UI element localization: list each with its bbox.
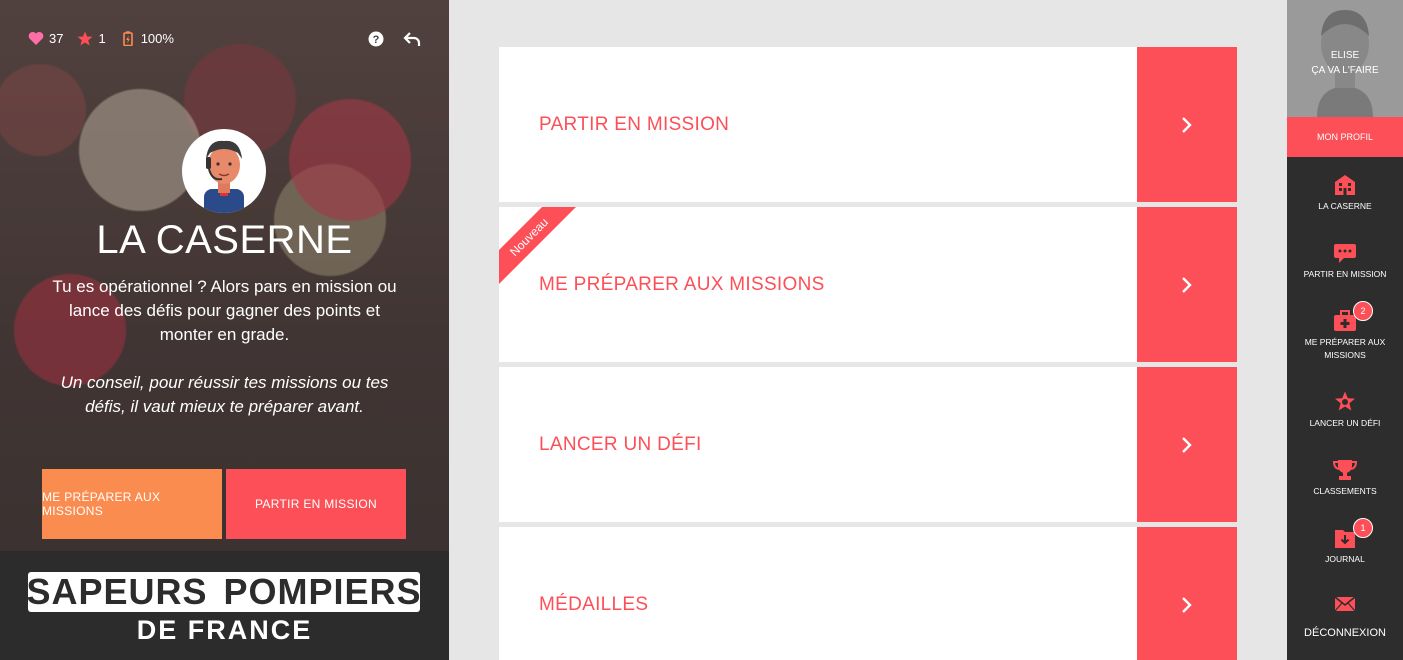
footer-logo-area: SAPEURS POMPIERS DE FRANCE — [0, 551, 449, 660]
journal-icon: 1 — [1333, 518, 1373, 549]
help-icon[interactable]: ? — [367, 30, 385, 48]
nav-label: CLASSEMENTS — [1313, 486, 1377, 496]
chevron-right-icon — [1182, 596, 1192, 613]
stars-count: 1 — [98, 31, 106, 46]
stars-stat: 1 — [77, 31, 106, 46]
nav-classements[interactable]: CLASSEMENTS — [1287, 459, 1403, 498]
card-label: LANCER UN DÉFI — [539, 433, 702, 455]
notification-badge: 2 — [1353, 301, 1373, 321]
prepare-missions-button[interactable]: ME PRÉPARER AUX MISSIONS — [42, 469, 222, 539]
card-partir-en-mission[interactable]: PARTIR EN MISSION — [499, 47, 1237, 202]
chevron-right-icon — [1182, 436, 1192, 453]
chevron-right-icon — [1182, 116, 1192, 133]
nav-label: PARTIR EN MISSION — [1303, 269, 1387, 279]
trophy-icon — [1332, 459, 1358, 481]
battery-icon — [122, 31, 133, 46]
card-lancer-defi[interactable]: LANCER UN DÉFI — [499, 367, 1237, 522]
hearts-count: 37 — [49, 31, 64, 46]
star-badge-icon — [1333, 391, 1357, 413]
battery-level: 100% — [140, 31, 174, 46]
profile-name: ELISE ÇA VA L'FAIRE — [1287, 48, 1403, 78]
start-mission-button[interactable]: PARTIR EN MISSION — [226, 469, 406, 539]
logo-word-sapeurs: SAPEURS — [26, 571, 208, 612]
card-arrow-button[interactable] — [1137, 47, 1237, 202]
my-profile-button[interactable]: MON PROFIL — [1287, 117, 1403, 157]
chevron-right-icon — [1182, 276, 1192, 293]
heart-icon — [28, 31, 44, 45]
card-label: MÉDAILLES — [539, 593, 649, 615]
nav-label: LANCER UN DÉFI — [1309, 418, 1381, 428]
logo-banner: SAPEURS POMPIERS — [26, 571, 422, 612]
hearts-stat: 37 — [28, 31, 63, 46]
chat-icon — [1333, 242, 1357, 264]
nav-label: JOURNAL — [1325, 554, 1365, 564]
profile-card[interactable]: ELISE ÇA VA L'FAIRE — [1287, 0, 1403, 117]
stats-bar: 37 1 100% — [28, 31, 174, 46]
profile-name-line1: ELISE — [1330, 50, 1360, 61]
nav-label: LA CASERNE — [1318, 201, 1372, 211]
battery-stat: 100% — [120, 31, 174, 46]
left-panel: 37 1 100% ? LA CASERNE Tu es opérationne… — [0, 0, 449, 660]
card-me-preparer[interactable]: Nouveau ME PRÉPARER AUX MISSIONS — [499, 207, 1237, 362]
star-icon — [77, 31, 93, 46]
nav-partir-en-mission[interactable]: PARTIR EN MISSION — [1287, 242, 1403, 281]
top-icons: ? — [367, 30, 421, 48]
card-label: ME PRÉPARER AUX MISSIONS — [539, 273, 825, 295]
envelope-icon — [1334, 596, 1356, 612]
description-text: Tu es opérationnel ? Alors pars en missi… — [52, 277, 397, 344]
nav-lancer-defi[interactable]: LANCER UN DÉFI — [1287, 391, 1403, 430]
logout-button[interactable]: DÉCONNEXION — [1287, 596, 1403, 639]
card-arrow-button[interactable] — [1137, 527, 1237, 660]
page-title: LA CASERNE — [96, 218, 353, 262]
logo-word-pompiers: POMPIERS — [223, 571, 422, 612]
house-icon — [1333, 174, 1357, 196]
medkit-icon: 2 — [1333, 301, 1373, 332]
card-medailles[interactable]: MÉDAILLES — [499, 527, 1237, 660]
logo-slash — [212, 585, 219, 599]
notification-badge: 1 — [1353, 518, 1373, 538]
right-sidebar: ELISE ÇA VA L'FAIRE MON PROFIL LA CASERN… — [1287, 0, 1403, 660]
nav-la-caserne[interactable]: LA CASERNE — [1287, 174, 1403, 213]
profile-name-line2: ÇA VA L'FAIRE — [1311, 65, 1379, 76]
card-arrow-button[interactable] — [1137, 207, 1237, 362]
nav-journal[interactable]: 1 JOURNAL — [1287, 518, 1403, 566]
logout-label: DÉCONNEXION — [1304, 627, 1386, 639]
card-arrow-button[interactable] — [1137, 367, 1237, 522]
nav-me-preparer[interactable]: 2 ME PRÉPARER AUX MISSIONS — [1287, 301, 1403, 362]
tip-text: Un conseil, pour réussir tes missions ou… — [60, 373, 389, 416]
svg-text:?: ? — [373, 34, 380, 46]
firefighter-avatar — [182, 129, 266, 213]
card-label: PARTIR EN MISSION — [539, 113, 730, 135]
nav-label: ME PRÉPARER AUX MISSIONS — [1304, 337, 1386, 360]
logo-subtitle: DE FRANCE — [136, 615, 313, 645]
back-icon[interactable] — [403, 30, 421, 48]
